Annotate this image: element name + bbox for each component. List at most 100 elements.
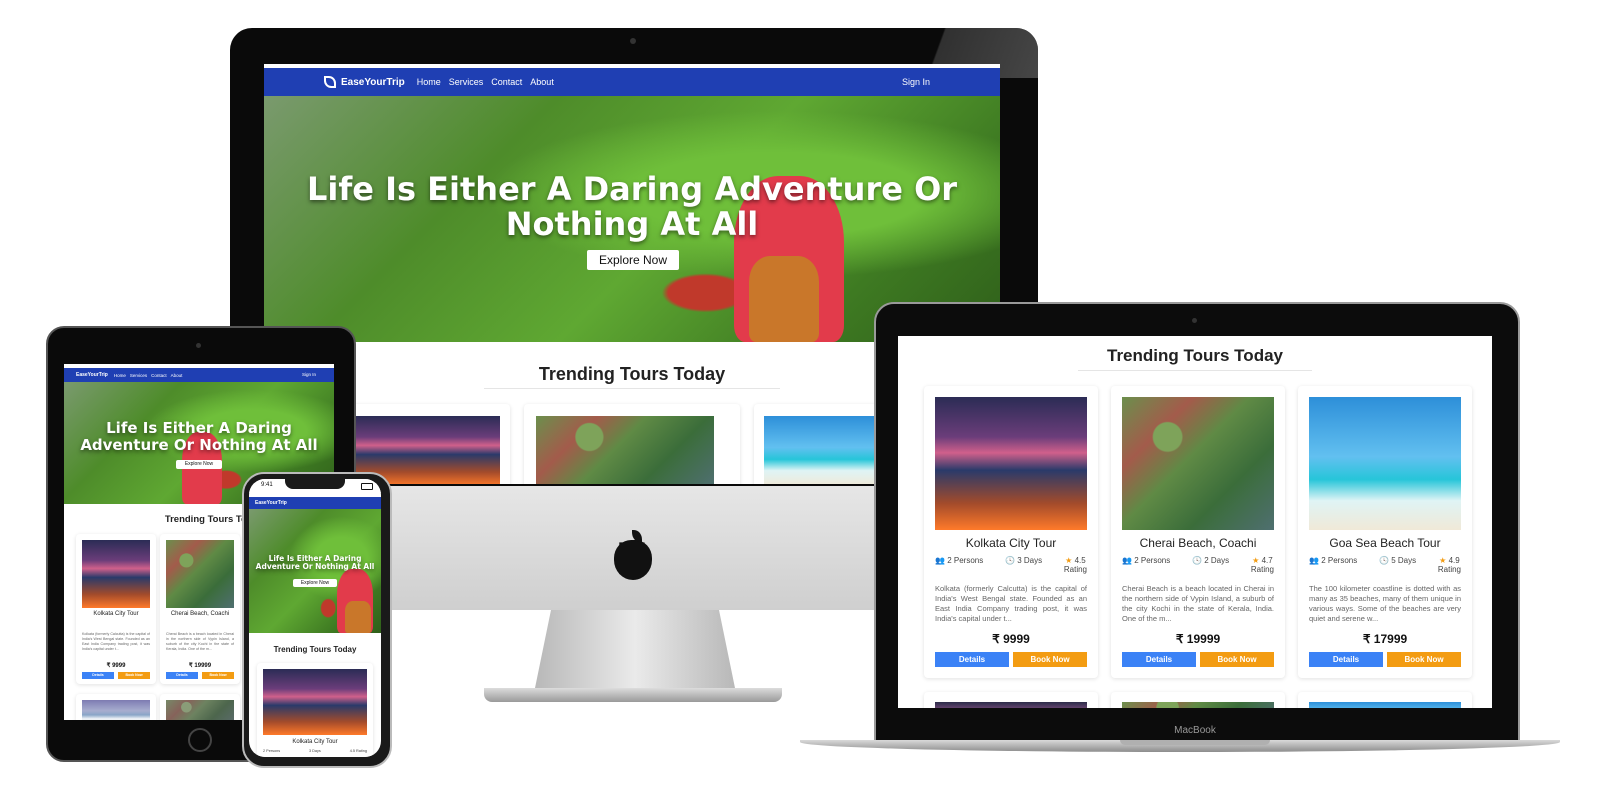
brand-leaf-icon (324, 76, 336, 88)
tour-days: 5 Days (1391, 556, 1417, 565)
imac-base (484, 688, 782, 702)
tour-persons: 2 Persons (263, 749, 281, 753)
nav-home[interactable]: Home (417, 77, 441, 87)
tour-image (166, 540, 234, 608)
tour-price: ₹ 9999 (992, 632, 1030, 646)
tour-rating-inline: 4.5 Rating (349, 749, 367, 753)
hero-backpack (345, 601, 371, 633)
hero-backpack (749, 256, 819, 342)
tablet-card-peek (160, 694, 240, 720)
details-button[interactable]: Details (1309, 652, 1383, 667)
persons-icon: 👥 (1309, 556, 1319, 565)
tour-meta: 👥 2 Persons 🕓 5 Days ★ 4.9 Rating (1309, 556, 1461, 574)
tour-rating: 4.9 (1448, 556, 1460, 565)
phone-hero: Life Is Either A Daring Adventure Or Not… (249, 509, 381, 633)
nav-about[interactable]: About (171, 373, 183, 378)
explore-now-button[interactable]: Explore Now (176, 460, 222, 469)
tour-price: ₹ 17999 (1362, 632, 1408, 646)
tour-meta: 👥 2 Persons 🕓 3 Days ★ 4.5 Rating (935, 556, 1087, 574)
laptop-label: MacBook (1174, 725, 1216, 736)
phone-card-1[interactable]: Kolkata City Tour 2 Persons 3 Days 4.5 R… (257, 663, 373, 757)
tour-image (82, 700, 150, 720)
tour-price: ₹ 9999 (106, 663, 126, 669)
tour-title: Cherai Beach, Coachi (170, 611, 230, 617)
imac-camera-icon (630, 38, 636, 44)
tour-card-kolkata[interactable]: Kolkata City Tour 👥 2 Persons 🕓 3 Days ★… (924, 386, 1098, 678)
persons-icon: 👥 (1122, 556, 1132, 565)
laptop-screen: Trending Tours Today Kolkata City Tour 👥… (898, 336, 1492, 708)
book-now-button[interactable]: Book Now (202, 672, 234, 679)
hero-title: Life Is Either A Daring Adventure Or Not… (306, 170, 958, 244)
star-icon: ★ (1252, 556, 1260, 565)
tour-persons: 2 Persons (1321, 556, 1358, 565)
nav-services[interactable]: Services (130, 373, 147, 378)
tour-days: 3 Days (1017, 556, 1043, 565)
details-button[interactable]: Details (935, 652, 1009, 667)
tour-days: 2 Days (1204, 556, 1230, 565)
imac-section-divider (484, 388, 780, 389)
tour-title: Kolkata City Tour (965, 536, 1057, 550)
explore-now-button[interactable]: Explore Now (587, 250, 679, 270)
tour-card-cherai[interactable]: Cherai Beach, Coachi 👥 2 Persons 🕓 2 Day… (1111, 386, 1285, 678)
tablet-card-2[interactable]: Cherai Beach, Coachi Cherai Beach is a b… (160, 534, 240, 684)
tour-image (935, 702, 1087, 708)
details-button[interactable]: Details (166, 672, 198, 679)
nav-home[interactable]: Home (114, 373, 126, 378)
laptop-section-divider (1078, 370, 1312, 371)
nav-services[interactable]: Services (449, 77, 484, 87)
explore-now-button[interactable]: Explore Now (293, 579, 337, 587)
apple-logo-shape (614, 540, 652, 580)
tour-title: Kolkata City Tour (93, 611, 139, 617)
brand-logo[interactable]: EaseYourTrip (76, 372, 108, 378)
details-button[interactable]: Details (1122, 652, 1196, 667)
hero-title: Life Is Either A Daring Adventure Or Not… (80, 419, 318, 454)
tour-rating: 4.7 (1261, 556, 1273, 565)
tour-image (166, 700, 234, 720)
tour-days: 3 Days (308, 749, 321, 753)
rating-label: Rating (1437, 565, 1461, 574)
tablet-card-1[interactable]: Kolkata City Tour Kolkata (formerly Calc… (76, 534, 156, 684)
phone-section-title: Trending Tours Today (273, 645, 357, 654)
imac-card-2[interactable] (524, 404, 740, 484)
tour-meta: 👥 2 Persons 🕓 2 Days ★ 4.7 Rating (1122, 556, 1274, 574)
brand-logo[interactable]: EaseYourTrip (341, 77, 405, 88)
tour-image (1309, 702, 1461, 708)
book-now-button[interactable]: Book Now (118, 672, 150, 679)
sign-in-link[interactable]: Sign In (902, 77, 930, 87)
tour-price: ₹ 19999 (188, 663, 212, 669)
nav-contact[interactable]: Contact (491, 77, 522, 87)
tour-image (263, 669, 367, 735)
phone-navbar: EaseYourTrip (249, 497, 381, 509)
tour-image (935, 397, 1087, 530)
imac-stand (535, 610, 735, 688)
book-now-button[interactable]: Book Now (1200, 652, 1274, 667)
tablet-home-button[interactable] (188, 728, 212, 752)
tour-title: Cherai Beach, Coachi (1139, 536, 1257, 550)
tour-rating: 4.5 (1074, 556, 1086, 565)
brand-logo[interactable]: EaseYourTrip (255, 500, 287, 506)
tour-persons: 2 Persons (1134, 556, 1171, 565)
persons-icon: 👥 (935, 556, 945, 565)
tour-title: Kolkata City Tour (292, 739, 338, 745)
tour-description: Cherai Beach is a beach located in Chera… (1122, 584, 1274, 623)
tour-card-peek (1298, 692, 1472, 708)
tablet-navbar: EaseYourTrip Home Services Contact About… (64, 368, 334, 382)
tour-description: The 100 kilometer coastline is dotted wi… (1309, 584, 1461, 623)
tour-image (1309, 397, 1461, 530)
nav-contact[interactable]: Contact (151, 373, 167, 378)
details-button[interactable]: Details (82, 672, 114, 679)
clock-icon: 🕓 (1005, 556, 1015, 565)
tour-title: Goa Sea Beach Tour (1329, 536, 1441, 550)
status-time: 9:41 (261, 482, 273, 488)
imac-navbar: EaseYourTrip Home Services Contact About… (264, 68, 1000, 96)
tour-image (82, 540, 150, 608)
book-now-button[interactable]: Book Now (1013, 652, 1087, 667)
nav-about[interactable]: About (530, 77, 554, 87)
book-now-button[interactable]: Book Now (1387, 652, 1461, 667)
tablet-card-peek (76, 694, 156, 720)
sign-in-link[interactable]: Sign In (302, 372, 316, 377)
tour-description: Kolkata (formerly Calcutta) is the capit… (82, 632, 150, 651)
clock-icon: 🕓 (1379, 556, 1389, 565)
tour-card-goa[interactable]: Goa Sea Beach Tour 👥 2 Persons 🕓 5 Days … (1298, 386, 1472, 678)
tour-meta: 2 Persons 3 Days 4.5 Rating (263, 749, 367, 753)
